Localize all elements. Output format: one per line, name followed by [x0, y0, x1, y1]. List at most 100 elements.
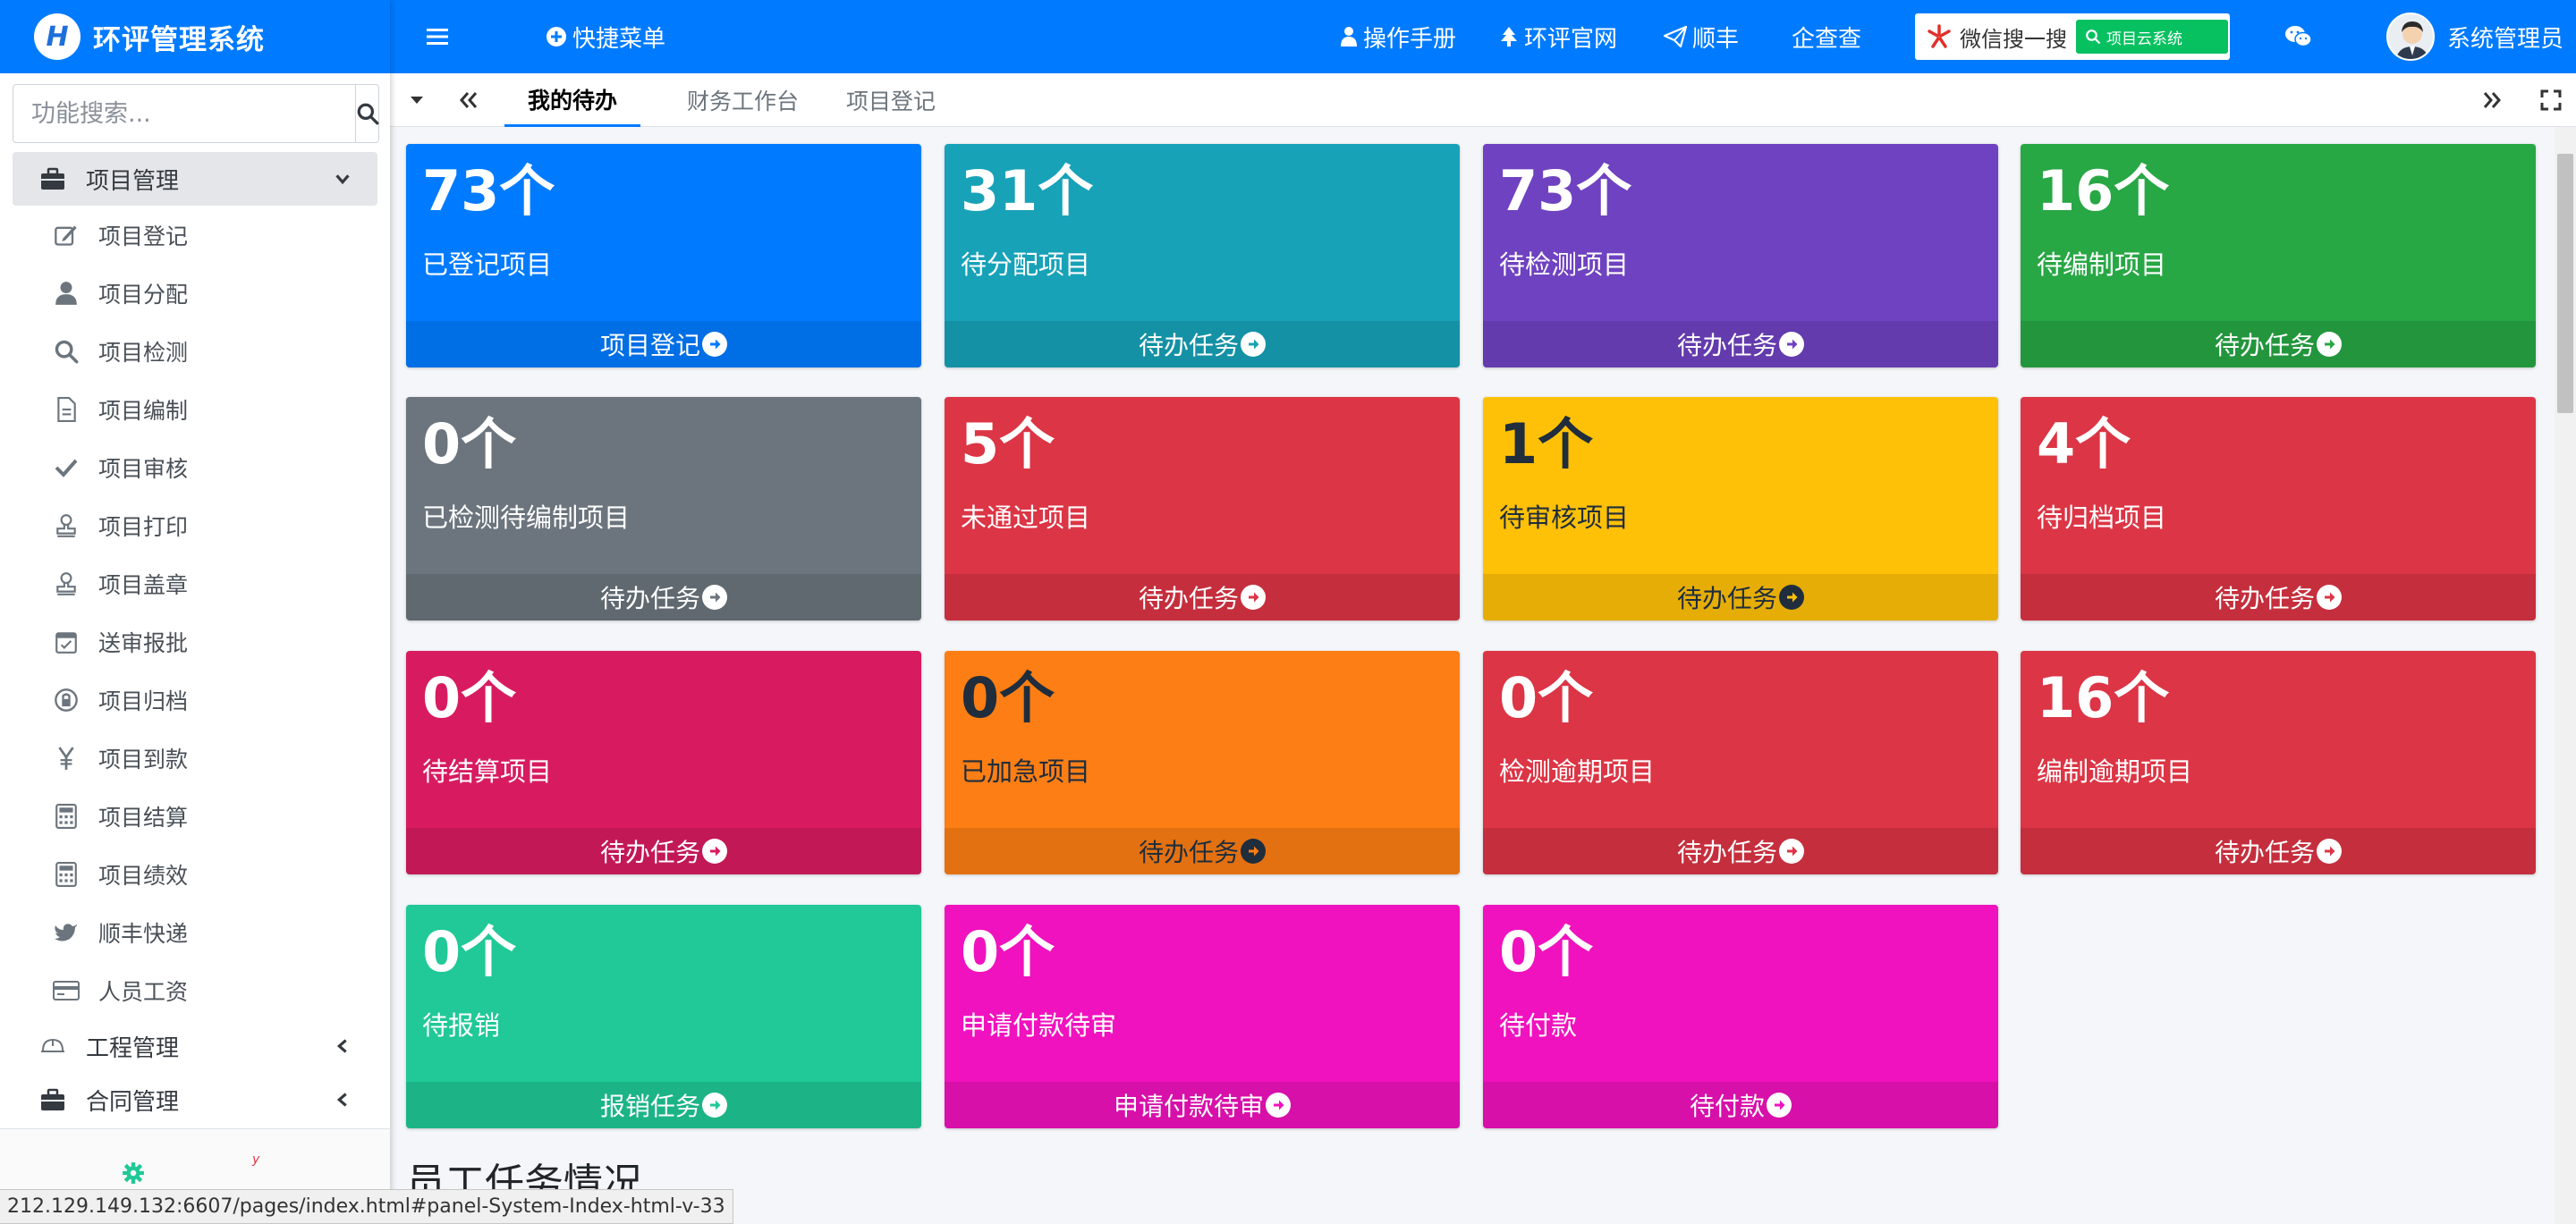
stat-footer-link[interactable]: 待办任务 [945, 574, 1460, 620]
sidebar-item-project-performance[interactable]: 项目绩效 [0, 845, 390, 903]
function-search-input[interactable] [13, 85, 355, 142]
wechat-search-badge[interactable]: 微信搜一搜 项目云系统 [1915, 13, 2230, 60]
search-icon [52, 337, 80, 366]
quick-menu-button[interactable]: 快捷菜单 [546, 0, 665, 73]
tab-scroll-right-button[interactable] [2467, 73, 2517, 127]
official-site-link[interactable]: 环评官网 [1499, 0, 1617, 73]
stat-footer-link[interactable]: 待办任务 [945, 828, 1460, 874]
tab-my-todo[interactable]: 我的待办 [504, 73, 641, 127]
sf-link[interactable]: 顺丰 [1664, 0, 1739, 73]
arrow-circle-right-icon [1241, 585, 1266, 610]
stat-count: 0个 [961, 919, 1055, 984]
brand[interactable]: H 环评管理系统 [0, 0, 390, 73]
user-menu[interactable]: 系统管理员 [2447, 0, 2563, 73]
stat-count: 0个 [422, 919, 517, 984]
stat-footer-link[interactable]: 项目登记 [406, 321, 921, 367]
nav-group-label: 工程管理 [86, 1034, 180, 1062]
stat-count: 16个 [2037, 158, 2170, 224]
sidebar-item-project-print[interactable]: 项目打印 [0, 496, 390, 554]
search-icon [2086, 30, 2101, 45]
stat-footer-link[interactable]: 报销任务 [406, 1082, 921, 1128]
stat-footer-link[interactable]: 申请付款待审 [945, 1082, 1460, 1128]
qcc-link[interactable]: 企查查 [1792, 0, 1861, 73]
arrow-circle-right-icon [702, 332, 727, 357]
stat-box: 0个 待结算项目 待办任务 [406, 651, 921, 874]
sidebar: H 环评管理系统 项目管理 项目登记 项目分配 项目检测 [0, 0, 390, 1224]
wechat-search-label: 微信搜一搜 [1960, 26, 2067, 52]
stat-box: 0个 待报销 报销任务 [406, 905, 921, 1128]
sidebar-item-label: 项目归档 [98, 688, 189, 714]
fullscreen-button[interactable] [2526, 73, 2576, 127]
stat-box: 0个 已检测待编制项目 待办任务 [406, 397, 921, 620]
stat-box: 0个 已加急项目 待办任务 [945, 651, 1460, 874]
caret-down-icon [411, 97, 423, 104]
stat-footer-link[interactable]: 待办任务 [945, 321, 1460, 367]
stat-footer-link[interactable]: 待办任务 [406, 574, 921, 620]
tab-finance-workbench[interactable]: 财务工作台 [664, 73, 822, 127]
nav-group-contract[interactable]: 合同管理 [13, 1073, 377, 1127]
stamp-icon [52, 511, 80, 540]
stat-count: 5个 [961, 411, 1055, 477]
stat-footer-link[interactable]: 待办任务 [2021, 574, 2536, 620]
stat-footer-link[interactable]: 待办任务 [406, 828, 921, 874]
sidebar-toggle-button[interactable] [426, 0, 454, 73]
settings-icon[interactable] [122, 1161, 145, 1188]
stat-footer-label: 待办任务 [1676, 331, 1777, 360]
stat-footer-link[interactable]: 待付款 [1483, 1082, 1998, 1128]
stat-footer-link[interactable]: 待办任务 [2021, 321, 2536, 367]
stat-label: 待分配项目 [961, 249, 1091, 280]
stat-count: 0个 [422, 665, 517, 730]
sidebar-item-project-seal[interactable]: 项目盖章 [0, 554, 390, 612]
tab-dropdown-button[interactable] [390, 73, 444, 127]
arrow-circle-right-icon [2317, 839, 2342, 864]
nav-group-project[interactable]: 项目管理 [13, 152, 377, 206]
sidebar-item-project-assign[interactable]: 项目分配 [0, 264, 390, 322]
sidebar-item-label: 项目打印 [98, 513, 189, 540]
search-button[interactable] [355, 85, 379, 142]
avatar[interactable] [2386, 13, 2435, 61]
wechat-button[interactable] [2284, 0, 2318, 73]
tab-bar: 我的待办 财务工作台 项目登记 [390, 73, 2576, 127]
stat-label: 已加急项目 [961, 756, 1091, 787]
sidebar-item-project-review[interactable]: 项目审核 [0, 438, 390, 496]
sidebar-item-project-settlement[interactable]: 项目结算 [0, 787, 390, 845]
content-scrollbar[interactable] [2555, 127, 2576, 1224]
arrow-circle-right-icon [1779, 332, 1804, 357]
tab-project-register[interactable]: 项目登记 [823, 73, 959, 127]
sidebar-item-project-archive[interactable]: 项目归档 [0, 671, 390, 729]
scrollbar-thumb[interactable] [2557, 154, 2573, 413]
tab-scroll-left-button[interactable] [444, 73, 494, 127]
sidebar-item-project-payment[interactable]: 项目到款 [0, 729, 390, 787]
wechat-icon [2285, 26, 2312, 47]
nav-group-engineering[interactable]: 工程管理 [13, 1019, 377, 1073]
arrow-circle-right-icon [702, 839, 727, 864]
wechat-search-tag-label: 项目云系统 [2106, 30, 2182, 48]
edit-icon [52, 221, 80, 249]
manual-link[interactable]: 操作手册 [1340, 0, 1456, 73]
sidebar-item-staff-salary[interactable]: 人员工资 [0, 961, 390, 1019]
stat-footer-link[interactable]: 待办任务 [1483, 828, 1998, 874]
stat-footer-link[interactable]: 待办任务 [1483, 574, 1998, 620]
stat-label: 待检测项目 [1499, 249, 1630, 280]
archive-lock-icon [52, 686, 80, 714]
stat-count: 0个 [422, 411, 517, 477]
calculator-icon [52, 802, 80, 831]
sidebar-item-project-register[interactable]: 项目登记 [0, 206, 390, 264]
stat-footer-link[interactable]: 待办任务 [2021, 828, 2536, 874]
stat-footer-link[interactable]: 待办任务 [1483, 321, 1998, 367]
sidebar-item-project-compile[interactable]: 项目编制 [0, 380, 390, 438]
stat-count: 73个 [422, 158, 555, 224]
sidebar-item-label: 项目检测 [98, 339, 189, 366]
sidebar-item-submit-approval[interactable]: 送审报批 [0, 612, 390, 671]
function-search [13, 84, 379, 143]
sidebar-item-label: 项目编制 [98, 397, 189, 424]
check-icon [52, 453, 80, 482]
arrow-circle-right-icon [2317, 332, 2342, 357]
paper-plane-icon [1664, 26, 1687, 47]
sidebar-item-sf-express[interactable]: 顺丰快递 [0, 903, 390, 961]
stat-label: 待编制项目 [2037, 249, 2167, 280]
tab-label: 我的待办 [528, 87, 618, 114]
brand-mini-icon[interactable]: y [252, 1152, 259, 1167]
user-icon [52, 279, 80, 308]
sidebar-item-project-detect[interactable]: 项目检测 [0, 322, 390, 380]
